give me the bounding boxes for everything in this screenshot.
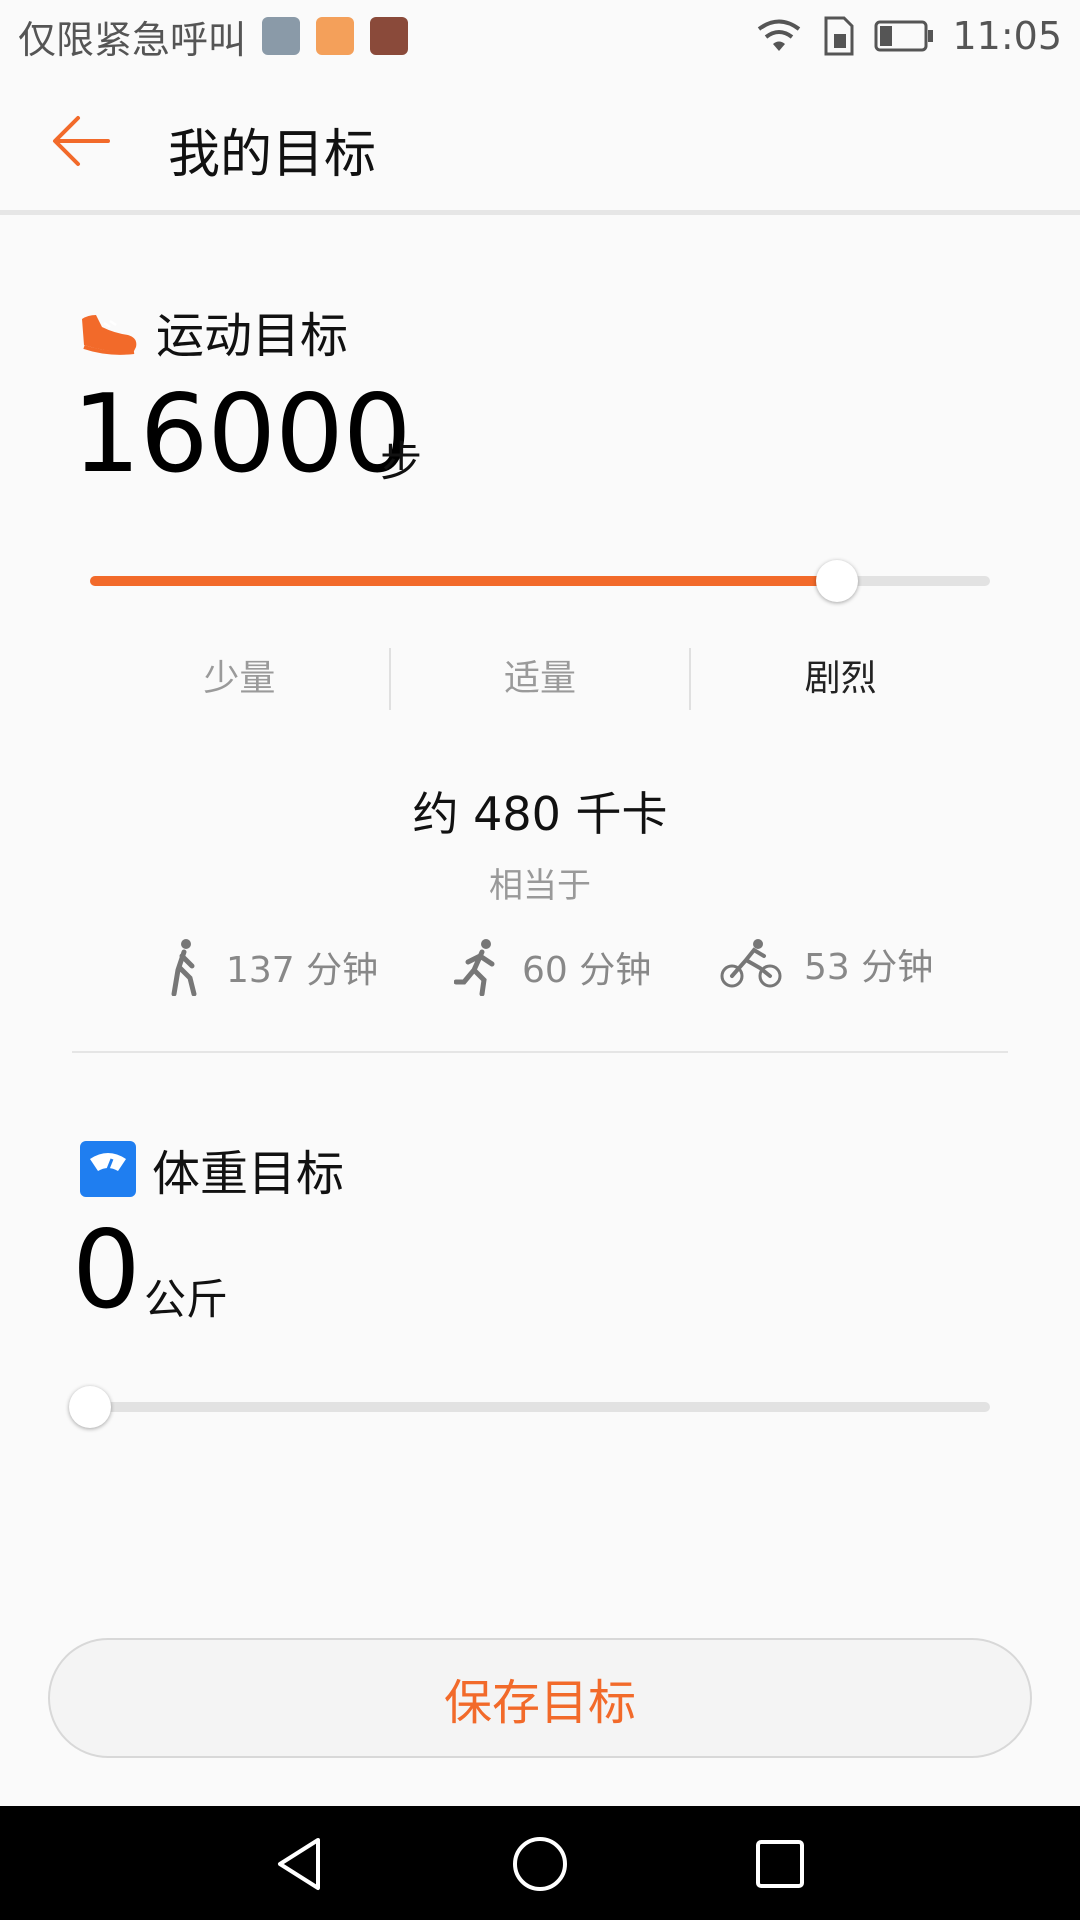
calorie-estimate: 约 480 千卡 bbox=[412, 787, 668, 841]
step-unit: 步 bbox=[380, 437, 423, 486]
sim-icon bbox=[824, 16, 854, 56]
intensity-selector: 少量 适量 剧烈 bbox=[90, 648, 990, 710]
weight-goal-title: 体重目标 bbox=[152, 1146, 345, 1202]
step-goal-slider-fill bbox=[90, 576, 837, 586]
weight-goal-header: 体重目标 bbox=[80, 1134, 344, 1204]
home-circle-icon[interactable] bbox=[510, 1834, 570, 1894]
exercise-goal-header: 运动目标 bbox=[78, 296, 348, 366]
intensity-option-moderate[interactable]: 适量 bbox=[391, 648, 690, 710]
battery-icon bbox=[874, 20, 934, 52]
status-bar: 仅限紧急呼叫 11:05 bbox=[0, 0, 1080, 72]
save-goal-button[interactable]: 保存目标 bbox=[48, 1638, 1032, 1758]
weight-goal-slider[interactable] bbox=[90, 1402, 990, 1412]
weight-goal-value: 0 bbox=[72, 1208, 141, 1333]
section-divider bbox=[72, 1051, 1008, 1053]
intensity-option-light[interactable]: 少量 bbox=[90, 648, 389, 710]
equivalent-label: 相当于 bbox=[489, 866, 591, 906]
status-left: 仅限紧急呼叫 bbox=[18, 9, 409, 64]
activity-equivalents: 137 分钟 60 分钟 53 分钟 bbox=[0, 938, 1080, 1002]
activity-cycling-text: 53 分钟 bbox=[804, 947, 934, 988]
scale-icon bbox=[80, 1141, 136, 1197]
activity-running: 60 分钟 bbox=[454, 938, 651, 996]
wifi-icon bbox=[758, 19, 801, 51]
step-goal-value: 16000 bbox=[72, 372, 412, 497]
running-icon bbox=[454, 939, 495, 996]
recents-square-icon[interactable] bbox=[750, 1834, 810, 1894]
cycling-icon bbox=[720, 939, 782, 988]
app-notification-icon bbox=[370, 17, 409, 55]
arrow-left-icon[interactable] bbox=[50, 110, 112, 172]
status-right: 11:05 bbox=[754, 14, 1062, 58]
walking-icon bbox=[171, 939, 197, 996]
exercise-goal-title: 运动目标 bbox=[156, 308, 349, 364]
activity-running-text: 60 分钟 bbox=[522, 950, 652, 991]
intensity-option-intense[interactable]: 剧烈 bbox=[691, 648, 990, 710]
app-header: 我的目标 bbox=[0, 72, 1080, 210]
step-goal-slider-thumb[interactable] bbox=[816, 560, 858, 602]
shoe-icon bbox=[82, 315, 137, 355]
activity-walking: 137 分钟 bbox=[164, 938, 378, 996]
shop-notification-icon bbox=[316, 17, 355, 55]
weight-unit: 公斤 bbox=[144, 1275, 229, 1324]
gallery-notification-icon bbox=[262, 17, 301, 55]
carrier-text: 仅限紧急呼叫 bbox=[18, 17, 247, 62]
weight-goal-slider-thumb[interactable] bbox=[69, 1386, 111, 1428]
back-triangle-icon[interactable] bbox=[270, 1834, 330, 1894]
page-title: 我的目标 bbox=[168, 125, 377, 185]
header-divider bbox=[0, 210, 1080, 215]
clock: 11:05 bbox=[952, 14, 1062, 58]
activity-walking-text: 137 分钟 bbox=[226, 950, 379, 991]
system-nav-bar bbox=[0, 1806, 1080, 1920]
activity-cycling: 53 分钟 bbox=[720, 938, 933, 990]
